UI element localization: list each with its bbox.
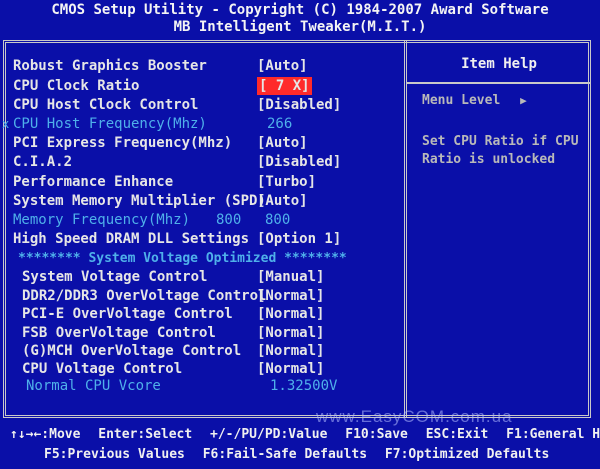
setting-cpu-host-clock-control[interactable]: CPU Host Clock Control [Disabled] [0, 96, 405, 114]
setting-label: PCI Express Frequency(Mhz) [13, 135, 233, 151]
key-general-help: F1:General Help [506, 427, 600, 442]
setting-fsb-overvoltage-control[interactable]: FSB OverVoltage Control [Normal] [0, 324, 405, 342]
setting-cpu-voltage-control[interactable]: CPU Voltage Control [Normal] [0, 360, 405, 378]
setting-cpu-clock-ratio[interactable]: CPU Clock Ratio [ 7 X] [0, 77, 405, 95]
triangle-right-icon: ▶ [520, 94, 527, 107]
setting-value[interactable]: [Auto] [257, 192, 308, 210]
setting-label: Performance Enhance [13, 174, 174, 190]
menu-level: Menu Level ▶ [422, 93, 527, 108]
key-previous-values: F5:Previous Values [44, 447, 185, 462]
setting-cia2[interactable]: C.I.A.2 [Disabled] [0, 153, 405, 171]
key-save: F10:Save [345, 427, 408, 442]
setting-ddr-overvoltage-control[interactable]: DDR2/DDR3 OverVoltage Control [Normal] [0, 287, 405, 305]
setting-value[interactable]: [Normal] [257, 305, 324, 323]
setting-normal-cpu-vcore: Normal CPU Vcore 1.32500V [0, 377, 405, 395]
setting-label: FSB OverVoltage Control [22, 325, 216, 341]
setting-label: Normal CPU Vcore [26, 378, 161, 394]
key-optimized-defaults: F7:Optimized Defaults [384, 447, 550, 462]
setting-system-memory-multiplier[interactable]: System Memory Multiplier (SPD) [Auto] [0, 192, 405, 210]
disabled-marker: x [2, 117, 10, 131]
setting-pcie-overvoltage-control[interactable]: PCI-E OverVoltage Control [Normal] [0, 305, 405, 323]
setting-value[interactable]: [Turbo] [257, 173, 316, 191]
setting-system-voltage-control[interactable]: System Voltage Control [Manual] [0, 268, 405, 286]
setting-label: C.I.A.2 [13, 154, 73, 170]
setting-value[interactable]: [Normal] [257, 342, 324, 360]
menu-level-label: Menu Level [422, 93, 501, 108]
setting-value[interactable]: [Disabled] [257, 96, 341, 114]
setting-value[interactable]: [Disabled] [257, 153, 341, 171]
setting-value: 1.32500V [270, 378, 338, 394]
setting-value[interactable]: [Auto] [257, 57, 308, 75]
header: CMOS Setup Utility - Copyright (C) 1984-… [0, 0, 600, 42]
setting-label: CPU Voltage Control [22, 361, 183, 377]
setting-label: PCI-E OverVoltage Control [22, 306, 233, 322]
setting-label: High Speed DRAM DLL Settings [13, 231, 250, 247]
setting-high-speed-dram-dll[interactable]: High Speed DRAM DLL Settings [Option 1] [0, 230, 405, 248]
key-select: Enter:Select [98, 427, 193, 442]
setting-value: 266 [267, 116, 293, 132]
footer-line-2: F5:Previous Values F6:Fail-Safe Defaults… [44, 446, 549, 463]
setting-value: 800 [216, 212, 242, 228]
setting-gmch-overvoltage-control[interactable]: (G)MCH OverVoltage Control [Normal] [0, 342, 405, 360]
setting-pci-express-frequency[interactable]: PCI Express Frequency(Mhz) [Auto] [0, 134, 405, 152]
setting-label: CPU Host Clock Control [13, 97, 199, 113]
setting-value[interactable]: [Normal] [257, 287, 324, 305]
key-move: ↑↓→←:Move [10, 427, 81, 442]
setting-value-selected[interactable]: [ 7 X] [257, 77, 312, 95]
setting-label: Memory Frequency(Mhz) [13, 212, 191, 228]
setting-memory-frequency: Memory Frequency(Mhz) 800 800 [0, 211, 405, 229]
setting-label: DDR2/DDR3 OverVoltage Control [22, 288, 267, 304]
header-subtitle: MB Intelligent Tweaker(M.I.T.) [173, 19, 427, 35]
key-help-footer: ↑↓→←:Move Enter:Select +/-/PU/PD:Value F… [0, 424, 600, 469]
header-title: CMOS Setup Utility - Copyright (C) 1984-… [51, 2, 549, 18]
setting-robust-graphics-booster[interactable]: Robust Graphics Booster [Auto] [0, 57, 405, 75]
setting-value[interactable]: [Manual] [257, 268, 324, 286]
setting-label: CPU Clock Ratio [13, 78, 140, 94]
setting-value[interactable]: [Normal] [257, 324, 324, 342]
setting-cpu-host-frequency: x CPU Host Frequency(Mhz) 266 [0, 115, 405, 133]
setting-label: System Voltage Control [22, 269, 208, 285]
help-title-divider [407, 82, 591, 84]
setting-value[interactable]: [Option 1] [257, 230, 341, 248]
key-value: +/-/PU/PD:Value [210, 427, 328, 442]
setting-label: (G)MCH OverVoltage Control [22, 343, 242, 359]
section-title-voltage: ******** System Voltage Optimized ******… [18, 251, 347, 266]
setting-value-2: 800 [265, 212, 291, 228]
setting-value[interactable]: [Auto] [257, 134, 308, 152]
key-fail-safe-defaults: F6:Fail-Safe Defaults [202, 447, 368, 462]
setting-label: Robust Graphics Booster [13, 58, 207, 74]
key-exit: ESC:Exit [425, 427, 489, 442]
setting-label: CPU Host Frequency(Mhz) [13, 116, 207, 132]
setting-performance-enhance[interactable]: Performance Enhance [Turbo] [0, 173, 405, 191]
setting-label: System Memory Multiplier (SPD) [13, 193, 266, 209]
help-text: Set CPU Ratio if CPU Ratio is unlocked [422, 134, 579, 167]
item-help-title: Item Help [461, 56, 537, 72]
setting-value[interactable]: [Normal] [257, 360, 324, 378]
footer-line-1: ↑↓→←:Move Enter:Select +/-/PU/PD:Value F… [10, 426, 600, 443]
